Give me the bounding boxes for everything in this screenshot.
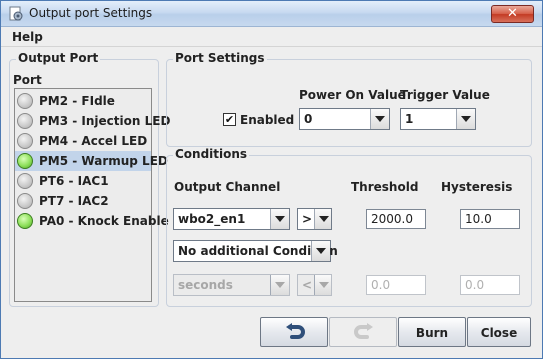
window-close-button[interactable]: ✕ (491, 5, 534, 23)
enabled-checkbox[interactable]: ✔ (223, 113, 236, 126)
port-list-item[interactable]: PM2 - FIdle (15, 91, 151, 111)
power-on-value-select[interactable]: 0 (299, 108, 390, 130)
chevron-down-icon[interactable] (270, 275, 289, 295)
power-on-value-label: Power On Value (299, 88, 406, 102)
hysteresis-label: Hysteresis (441, 180, 513, 194)
burn-button[interactable]: Burn (398, 317, 466, 347)
chevron-down-icon[interactable] (370, 109, 389, 129)
operator-select[interactable]: > (297, 208, 332, 230)
chevron-down-icon[interactable] (311, 241, 330, 261)
app-icon (9, 6, 23, 21)
port-item-label: PM3 - Injection LED (39, 114, 171, 128)
additional-condition-select[interactable]: No additional Condition (173, 240, 338, 262)
second-channel-select[interactable]: seconds (173, 274, 290, 296)
close-button-label: Close (480, 326, 518, 340)
port-item-label: PM2 - FIdle (39, 94, 115, 108)
close-icon: ✕ (507, 6, 518, 21)
second-hysteresis-input[interactable]: 0.0 (460, 275, 520, 295)
threshold-value: 2000.0 (371, 212, 413, 226)
chevron-down-icon[interactable] (270, 209, 289, 229)
menu-help[interactable]: Help (12, 30, 43, 44)
check-icon: ✔ (224, 113, 235, 126)
power-on-value: 0 (304, 112, 313, 126)
output-channel-label: Output Channel (174, 180, 281, 194)
port-list-item[interactable]: PT6 - IAC1 (15, 171, 151, 191)
led-indicator-icon (17, 193, 33, 209)
second-operator-value: < (302, 278, 313, 292)
redo-arrow-icon (354, 323, 373, 339)
undo-button[interactable] (260, 317, 328, 347)
led-indicator-icon (17, 173, 33, 189)
output-port-group-title: Output Port (16, 51, 101, 65)
port-item-label: PA0 - Knock Enable (39, 214, 169, 228)
enabled-label: Enabled (240, 113, 295, 127)
port-list-item[interactable]: PM3 - Injection LED (15, 111, 170, 131)
second-threshold-value: 0.0 (371, 278, 391, 292)
hysteresis-input[interactable]: 10.0 (460, 209, 520, 229)
chevron-down-icon[interactable] (456, 109, 475, 129)
chevron-down-icon[interactable] (314, 275, 331, 295)
hysteresis-value: 10.0 (465, 212, 492, 226)
port-item-label: PM4 - Accel LED (39, 134, 148, 148)
port-settings-group: Port Settings (166, 51, 532, 147)
second-channel-value: seconds (178, 278, 233, 292)
conditions-group-title: Conditions (173, 147, 250, 161)
led-indicator-icon (17, 93, 33, 109)
close-button[interactable]: Close (467, 317, 531, 347)
port-list-item[interactable]: PT7 - IAC2 (15, 191, 151, 211)
port-list-item[interactable]: PA0 - Knock Enable (15, 211, 169, 231)
port-item-label: PT7 - IAC2 (39, 194, 109, 208)
second-threshold-input[interactable]: 0.0 (366, 275, 426, 295)
output-channel-select[interactable]: wbo2_en1 (173, 208, 290, 230)
second-operator-select[interactable]: < (297, 274, 332, 296)
trigger-value: 1 (405, 112, 414, 126)
output-channel-value: wbo2_en1 (178, 212, 246, 226)
window-title: Output port Settings (29, 6, 153, 20)
trigger-value-label: Trigger Value (400, 88, 490, 102)
led-indicator-icon (17, 133, 33, 149)
led-indicator-icon (17, 213, 33, 229)
second-hysteresis-value: 0.0 (465, 278, 485, 292)
threshold-input[interactable]: 2000.0 (366, 209, 426, 229)
port-list-item[interactable]: PM5 - Warmup LED (15, 151, 168, 171)
port-item-label: PT6 - IAC1 (39, 174, 109, 188)
burn-button-label: Burn (415, 326, 449, 340)
port-settings-group-title: Port Settings (173, 51, 267, 65)
undo-arrow-icon (286, 323, 305, 339)
led-indicator-icon (17, 153, 33, 169)
operator-value: > (302, 212, 313, 226)
chevron-down-icon[interactable] (314, 209, 331, 229)
title-bar[interactable]: Output port Settings ✕ (1, 1, 542, 27)
port-list-item[interactable]: PM4 - Accel LED (15, 131, 151, 151)
menu-bar: Help (1, 28, 542, 47)
redo-button[interactable] (329, 317, 397, 347)
trigger-value-select[interactable]: 1 (400, 108, 476, 130)
output-port-settings-window: Output port Settings ✕ Help Output Port … (0, 0, 543, 359)
led-indicator-icon (17, 113, 33, 129)
threshold-label: Threshold (351, 180, 419, 194)
port-list[interactable]: PM2 - FIdle PM3 - Injection LED PM4 - Acce… (14, 88, 170, 302)
port-label: Port (13, 73, 42, 87)
port-item-label: PM5 - Warmup LED (39, 154, 168, 168)
